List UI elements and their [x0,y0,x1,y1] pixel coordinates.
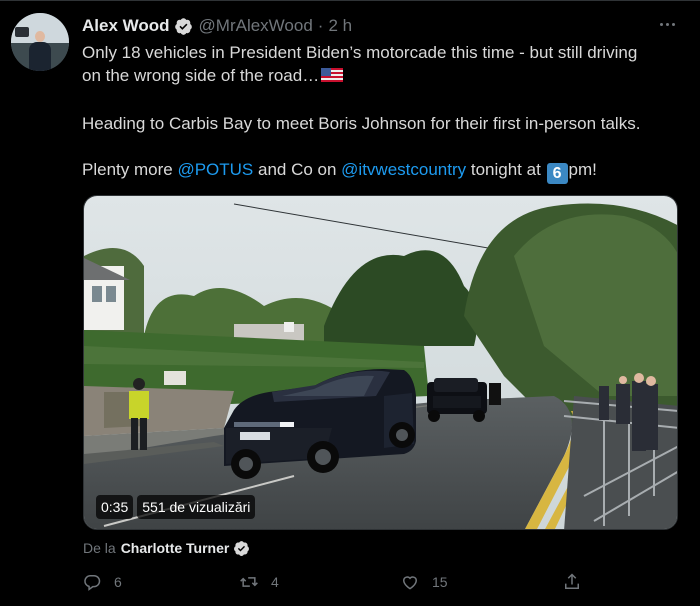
author-name[interactable]: Alex Wood [82,16,170,36]
video-overlay: 0:35 551 de vizualizări [96,495,256,519]
tweet-time[interactable]: 2 h [328,16,352,36]
verified-badge-icon [234,540,250,556]
share-button[interactable] [562,570,582,594]
tweet-header: Alex Wood @MrAlexWood · 2 h [82,15,352,37]
attribution-label: De la [83,540,116,556]
video-attribution: De la Charlotte Turner [83,538,250,558]
tweet-text-line-2: on the wrong side of the road… [82,64,682,87]
tweet-text-line-4: Plenty more @POTUS and Co on @itvwestcou… [82,158,682,184]
heart-icon [402,576,418,590]
tweet[interactable]: Alex Wood @MrAlexWood · 2 h Only 18 vehi… [0,0,700,606]
keycap-six-icon: 6 [546,163,568,184]
video-thumbnail [84,196,677,529]
retweet-count: 4 [271,574,279,590]
header-separator: · [317,16,324,35]
tweet-text-line-1: Only 18 vehicles in President Biden’s mo… [82,43,638,62]
like-button[interactable]: 15 [400,570,448,594]
author-handle[interactable]: @MrAlexWood [199,16,313,36]
share-icon [565,573,579,589]
reply-count: 6 [114,574,122,590]
tweet-actions: 6 4 15 [82,570,682,594]
reply-icon [84,575,101,591]
retweet-button[interactable]: 4 [239,570,279,594]
video-views: 551 de vizualizări [137,495,256,519]
video-duration: 0:35 [96,495,134,519]
line4-prefix: Plenty more [82,160,178,179]
line4-end: pm! [568,160,597,179]
verified-badge-icon [174,17,192,35]
tweet-text-line-3: Heading to Carbis Bay to meet Boris John… [82,114,641,133]
like-count: 15 [432,574,448,590]
attribution-name[interactable]: Charlotte Turner [121,540,230,556]
line4-suffix: tonight at [466,160,546,179]
tweet-text-line-2-text: on the wrong side of the road… [82,66,320,85]
avatar[interactable] [11,13,69,71]
mention-potus-link[interactable]: @POTUS [177,160,253,179]
mention-itvwestcountry-link[interactable]: @itvwestcountry [341,160,466,179]
line4-mid: and Co on [253,160,342,179]
us-flag-icon [321,68,344,82]
more-options-icon[interactable] [654,11,680,37]
reply-button[interactable]: 6 [82,570,122,594]
video-player[interactable] [83,195,678,530]
retweet-icon [240,577,258,587]
